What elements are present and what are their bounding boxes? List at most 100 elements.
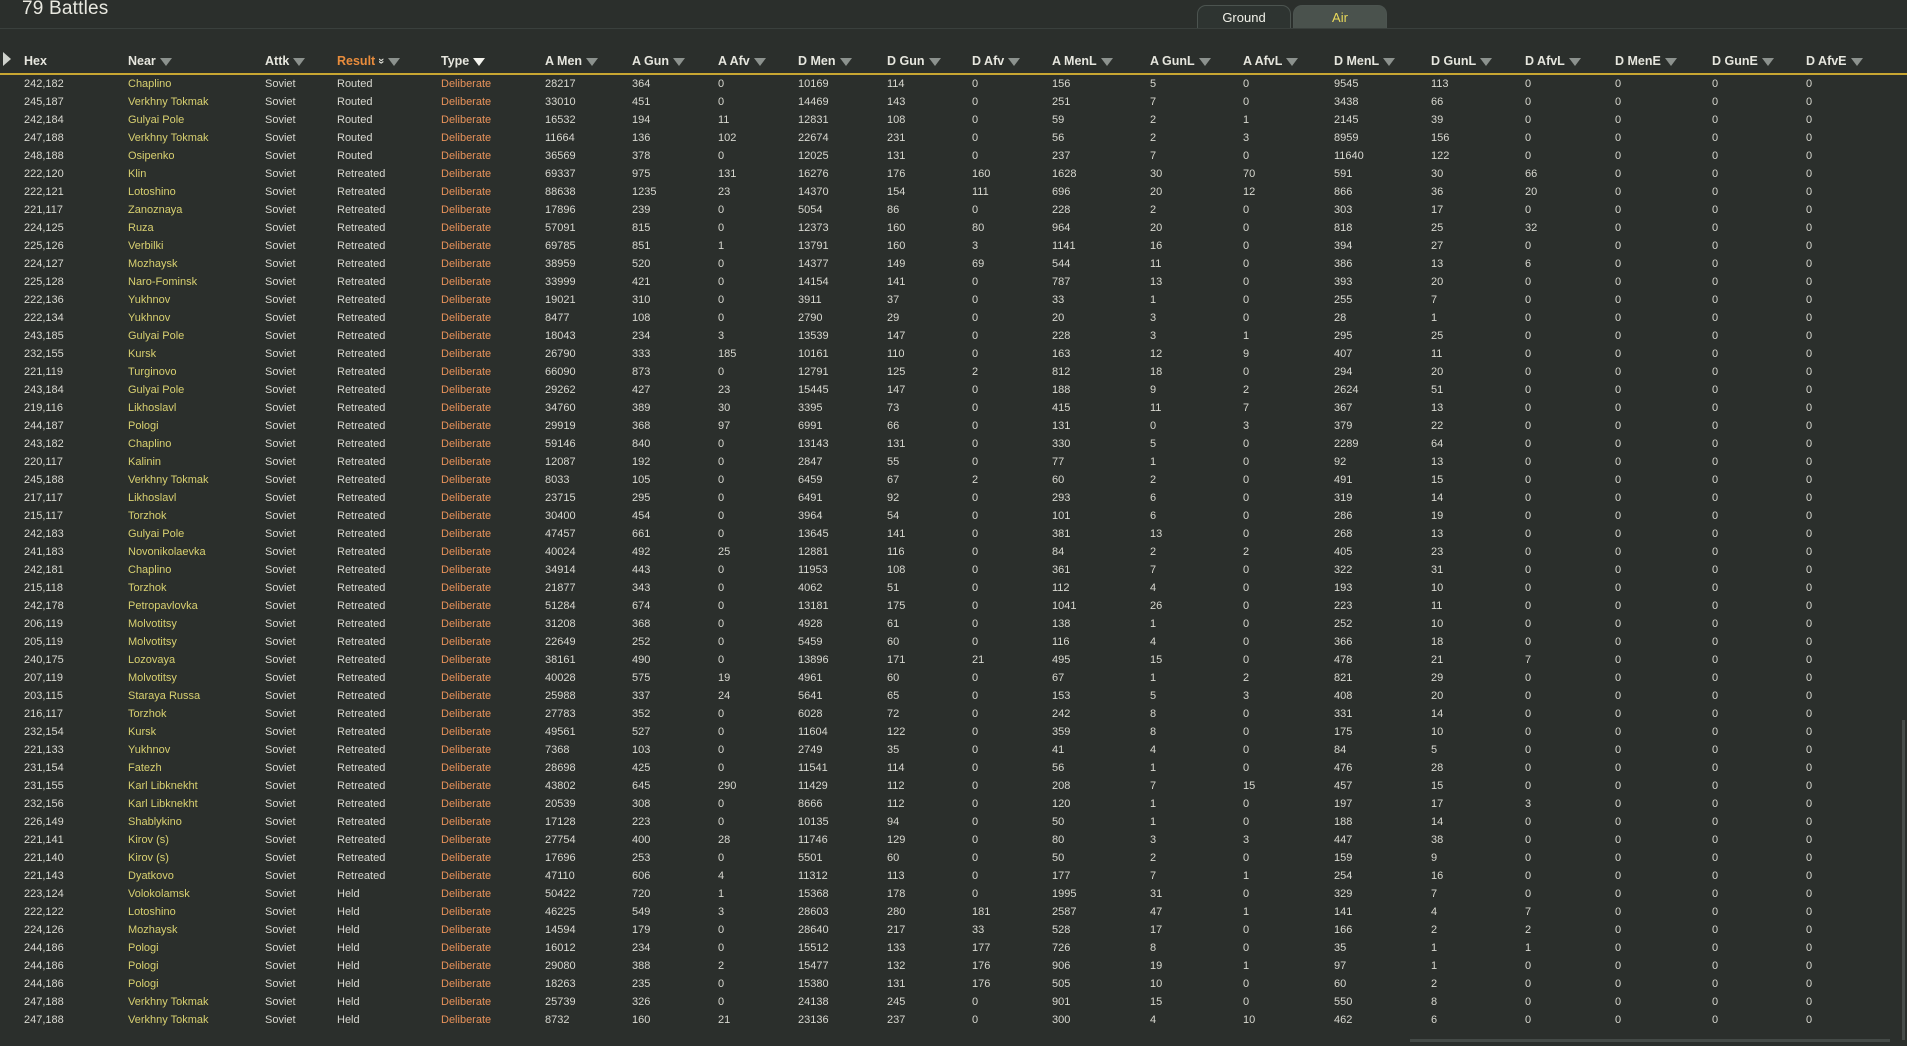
table-row[interactable]: 207,119 Molvotitsy Soviet Retreated Delibera… (0, 669, 1907, 687)
table-row[interactable]: 232,154 Kursk Soviet Retreated Deliberate 495… (0, 723, 1907, 741)
column-header-type[interactable]: Type (441, 50, 486, 72)
table-row[interactable]: 245,188 Verkhny Tokmak Soviet Retreated Deli… (0, 471, 1907, 489)
column-header-a-gun[interactable]: A Gun (632, 50, 686, 72)
column-header-result[interactable]: Result» (337, 50, 401, 72)
vertical-scrollbar[interactable] (1902, 720, 1905, 1040)
column-header-d-afvl[interactable]: D AfvL (1525, 50, 1581, 72)
table-row[interactable]: 225,126 Verbilki Soviet Retreated Deliberate… (0, 237, 1907, 255)
table-row[interactable]: 244,187 Pologi Soviet Retreated Deliberate 29… (0, 417, 1907, 435)
cell-result: Retreated (337, 204, 386, 216)
filter-funnel-icon[interactable] (1664, 58, 1677, 66)
filter-funnel-icon[interactable] (1480, 58, 1493, 66)
table-row[interactable]: 217,117 Likhoslavl Soviet Retreated Delibera… (0, 489, 1907, 507)
table-row[interactable]: 242,182 Chaplino Soviet Routed Deliberate 282… (0, 75, 1907, 93)
column-header-d-afve[interactable]: D AfvE (1806, 50, 1863, 72)
table-row[interactable]: 232,156 Karl Libknekht Soviet Retreated Deli… (0, 795, 1907, 813)
horizontal-scrollbar[interactable] (1410, 1039, 1890, 1042)
filter-funnel-icon[interactable] (473, 58, 486, 66)
column-header-attk[interactable]: Attk (265, 50, 306, 72)
column-header-a-afv[interactable]: A Afv (718, 50, 766, 72)
column-header-a-men[interactable]: A Men (545, 50, 599, 72)
table-row[interactable]: 224,125 Ruza Soviet Retreated Deliberate 5709… (0, 219, 1907, 237)
filter-funnel-icon[interactable] (928, 58, 941, 66)
table-row[interactable]: 247,188 Verkhny Tokmak Soviet Held Deliberat… (0, 993, 1907, 1011)
table-row[interactable]: 231,154 Fatezh Soviet Retreated Deliberate 28… (0, 759, 1907, 777)
table-row[interactable]: 241,183 Novonikolaevka Soviet Retreated Deli… (0, 543, 1907, 561)
column-header-d-afv[interactable]: D Afv (972, 50, 1021, 72)
table-row[interactable]: 240,175 Lozovaya Soviet Retreated Deliberate… (0, 651, 1907, 669)
table-row[interactable]: 245,187 Verkhny Tokmak Soviet Routed Deliber… (0, 93, 1907, 111)
table-row[interactable]: 242,183 Gulyai Pole Soviet Retreated Deliber… (0, 525, 1907, 543)
table-row[interactable]: 215,117 Torzhok Soviet Retreated Deliberate 3… (0, 507, 1907, 525)
table-row[interactable]: 222,122 Lotoshino Soviet Held Deliberate 4622… (0, 903, 1907, 921)
cell-d-afv: 80 (972, 222, 985, 234)
table-row[interactable]: 222,120 Klin Soviet Retreated Deliberate 6933… (0, 165, 1907, 183)
column-header-a-gunl[interactable]: A GunL (1150, 50, 1211, 72)
table-row[interactable]: 225,128 Naro-Fominsk Soviet Retreated Delibe… (0, 273, 1907, 291)
table-row[interactable]: 215,118 Torzhok Soviet Retreated Deliberate 2… (0, 579, 1907, 597)
table-row[interactable]: 232,155 Kursk Soviet Retreated Deliberate 267… (0, 345, 1907, 363)
column-header-hex[interactable]: Hex (24, 50, 47, 72)
table-row[interactable]: 219,116 Likhoslavl Soviet Retreated Delibera… (0, 399, 1907, 417)
table-row[interactable]: 222,136 Yukhnov Soviet Retreated Deliberate 1… (0, 291, 1907, 309)
filter-funnel-icon[interactable] (839, 58, 852, 66)
filter-funnel-icon[interactable] (1761, 58, 1774, 66)
tab-air[interactable]: Air (1293, 5, 1387, 28)
column-header-d-gune[interactable]: D GunE (1712, 50, 1774, 72)
table-row[interactable]: 223,124 Volokolamsk Soviet Held Deliberate 50… (0, 885, 1907, 903)
table-row[interactable]: 231,155 Karl Libknekht Soviet Retreated Deli… (0, 777, 1907, 795)
column-header-near[interactable]: Near (128, 50, 172, 72)
table-row[interactable]: 203,115 Staraya Russa Soviet Retreated Delib… (0, 687, 1907, 705)
table-row[interactable]: 243,185 Gulyai Pole Soviet Retreated Deliber… (0, 327, 1907, 345)
table-row[interactable]: 205,119 Molvotitsy Soviet Retreated Delibera… (0, 633, 1907, 651)
table-row[interactable]: 247,188 Verkhny Tokmak Soviet Routed Deliber… (0, 129, 1907, 147)
table-row[interactable]: 243,184 Gulyai Pole Soviet Retreated Deliber… (0, 381, 1907, 399)
filter-funnel-icon[interactable] (159, 58, 172, 66)
column-header-d-mene[interactable]: D MenE (1615, 50, 1677, 72)
table-row[interactable]: 221,140 Kirov (s) Soviet Retreated Deliberat… (0, 849, 1907, 867)
filter-funnel-icon[interactable] (753, 58, 766, 66)
column-header-d-gun[interactable]: D Gun (887, 50, 941, 72)
sort-desc-icon[interactable]: » (375, 58, 387, 64)
filter-funnel-icon[interactable] (673, 58, 686, 66)
table-row[interactable]: 224,126 Mozhaysk Soviet Held Deliberate 14594… (0, 921, 1907, 939)
table-row[interactable]: 244,186 Pologi Soviet Held Deliberate 29080 38… (0, 957, 1907, 975)
filter-funnel-icon[interactable] (1198, 58, 1211, 66)
table-row[interactable]: 244,186 Pologi Soviet Held Deliberate 16012 23… (0, 939, 1907, 957)
table-row[interactable]: 242,181 Chaplino Soviet Retreated Deliberate… (0, 561, 1907, 579)
table-row[interactable]: 221,117 Zanoznaya Soviet Retreated Deliberat… (0, 201, 1907, 219)
filter-funnel-icon[interactable] (293, 58, 306, 66)
column-header-d-menl[interactable]: D MenL (1334, 50, 1396, 72)
table-row[interactable]: 224,127 Mozhaysk Soviet Retreated Deliberate… (0, 255, 1907, 273)
filter-funnel-icon[interactable] (1286, 58, 1299, 66)
filter-funnel-icon[interactable] (1568, 58, 1581, 66)
column-header-a-afvl[interactable]: A AfvL (1243, 50, 1299, 72)
filter-funnel-icon[interactable] (1850, 58, 1863, 66)
column-header-d-gunl[interactable]: D GunL (1431, 50, 1493, 72)
table-row[interactable]: 222,121 Lotoshino Soviet Retreated Deliberat… (0, 183, 1907, 201)
column-header-d-men[interactable]: D Men (798, 50, 852, 72)
filter-funnel-icon[interactable] (586, 58, 599, 66)
cell-attk: Soviet (265, 636, 296, 648)
column-header-a-menl[interactable]: A MenL (1052, 50, 1113, 72)
table-row[interactable]: 221,119 Turginovo Soviet Retreated Deliberat… (0, 363, 1907, 381)
table-row[interactable]: 243,182 Chaplino Soviet Retreated Deliberate… (0, 435, 1907, 453)
table-row[interactable]: 242,178 Petropavlovka Soviet Retreated Delib… (0, 597, 1907, 615)
table-row[interactable]: 222,134 Yukhnov Soviet Retreated Deliberate 8… (0, 309, 1907, 327)
filter-funnel-icon[interactable] (1383, 58, 1396, 66)
table-row[interactable]: 221,143 Dyatkovo Soviet Retreated Deliberate… (0, 867, 1907, 885)
tab-ground[interactable]: Ground (1197, 5, 1291, 28)
table-row[interactable]: 220,117 Kalinin Soviet Retreated Deliberate 1… (0, 453, 1907, 471)
table-row[interactable]: 216,117 Torzhok Soviet Retreated Deliberate 2… (0, 705, 1907, 723)
table-row[interactable]: 221,133 Yukhnov Soviet Retreated Deliberate 7… (0, 741, 1907, 759)
table-row[interactable]: 247,188 Verkhny Tokmak Soviet Held Deliberat… (0, 1011, 1907, 1029)
table-row[interactable]: 221,141 Kirov (s) Soviet Retreated Deliberat… (0, 831, 1907, 849)
filter-funnel-icon[interactable] (1100, 58, 1113, 66)
table-row[interactable]: 248,188 Osipenko Soviet Routed Deliberate 365… (0, 147, 1907, 165)
table-row[interactable]: 206,119 Molvotitsy Soviet Retreated Delibera… (0, 615, 1907, 633)
table-row[interactable]: 226,149 Shablykino Soviet Retreated Delibera… (0, 813, 1907, 831)
table-row[interactable]: 242,184 Gulyai Pole Soviet Routed Deliberate… (0, 111, 1907, 129)
filter-funnel-icon[interactable] (388, 58, 401, 66)
filter-funnel-icon[interactable] (1008, 58, 1021, 66)
table-row[interactable]: 244,186 Pologi Soviet Held Deliberate 18263 23… (0, 975, 1907, 993)
